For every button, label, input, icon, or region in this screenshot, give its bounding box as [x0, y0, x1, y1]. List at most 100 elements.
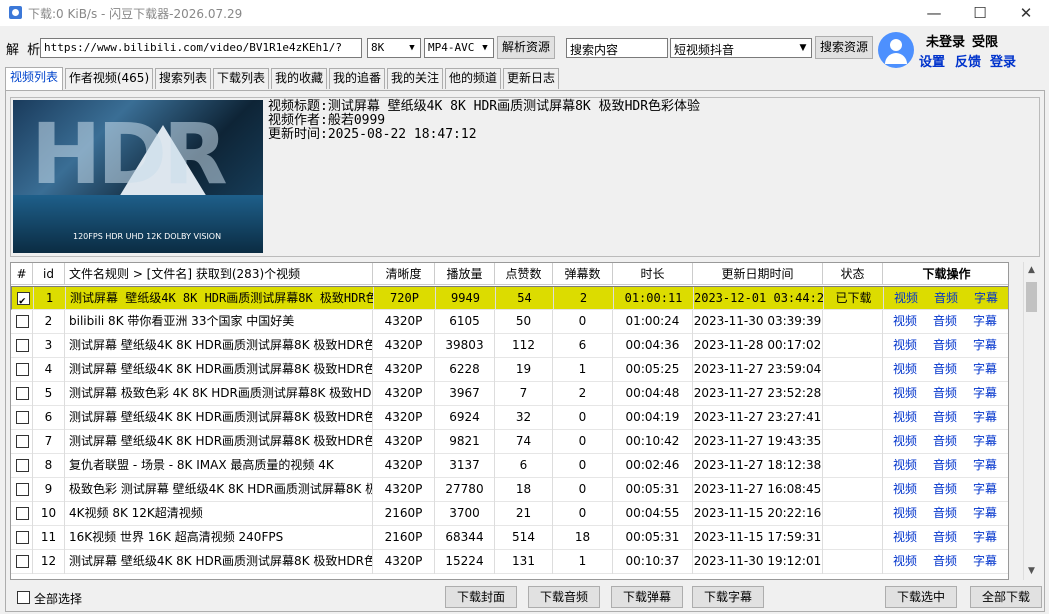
download-subtitle-link[interactable]: 字幕: [973, 406, 997, 429]
download-danmaku-button[interactable]: 下载弹幕: [611, 586, 683, 608]
tab-changelog[interactable]: 更新日志: [503, 68, 559, 89]
quality-select[interactable]: 8K ▼: [367, 38, 421, 58]
select-all-checkbox[interactable]: [17, 591, 30, 604]
download-all-button[interactable]: 全部下载: [970, 586, 1042, 608]
download-audio-link[interactable]: 音频: [933, 382, 957, 405]
download-video-link[interactable]: 视频: [893, 310, 917, 333]
header-status[interactable]: 状态: [823, 263, 883, 285]
download-video-link[interactable]: 视频: [893, 550, 917, 573]
download-audio-link[interactable]: 音频: [933, 550, 957, 573]
tab-favorites[interactable]: 我的收藏: [271, 68, 327, 89]
download-subtitle-link[interactable]: 字幕: [973, 526, 997, 549]
header-danmaku[interactable]: 弹幕数: [553, 263, 613, 285]
table-row[interactable]: 2 bilibili 8K 带你看亚洲 33个国家 中国好美 4320P 6105 50…: [11, 310, 1008, 334]
header-plays[interactable]: 播放量: [435, 263, 495, 285]
scrollbar-thumb[interactable]: [1026, 282, 1037, 312]
table-row[interactable]: 6测试屏幕 壁纸级4K 8K HDR画质测试屏幕8K 极致HDR色彩体验4320…: [11, 406, 1008, 430]
header-date[interactable]: 更新日期时间: [693, 263, 823, 285]
tab-author-videos[interactable]: 作者视频(465): [65, 68, 153, 89]
row-checkbox[interactable]: [16, 507, 29, 520]
row-checkbox[interactable]: [16, 555, 29, 568]
table-row[interactable]: 8 复仇者联盟 - 场景 - 8K IMAX 最高质量的视频 4K 4320P 313…: [11, 454, 1008, 478]
download-audio-button[interactable]: 下载音频: [528, 586, 600, 608]
download-audio-link[interactable]: 音频: [933, 478, 957, 501]
tab-video-list[interactable]: 视频列表: [5, 67, 63, 90]
row-checkbox[interactable]: [16, 363, 29, 376]
download-audio-link[interactable]: 音频: [933, 406, 957, 429]
row-checkbox[interactable]: [16, 387, 29, 400]
tab-his-channel[interactable]: 他的频道: [445, 68, 501, 89]
download-subtitle-link[interactable]: 字幕: [973, 310, 997, 333]
download-audio-link[interactable]: 音频: [933, 502, 957, 525]
header-likes[interactable]: 点赞数: [495, 263, 553, 285]
table-row[interactable]: 9极致色彩 测试屏幕 壁纸级4K 8K HDR画质测试屏幕8K 极致HDR色彩体…: [11, 478, 1008, 502]
row-checkbox[interactable]: [16, 459, 29, 472]
download-subtitle-link[interactable]: 字幕: [973, 358, 997, 381]
download-subtitle-link[interactable]: 字幕: [973, 334, 997, 357]
table-row[interactable]: 1测试屏幕 壁纸级4K 8K HDR画质测试屏幕8K 极致HDR色彩体验720P…: [11, 286, 1008, 310]
row-checkbox[interactable]: [16, 531, 29, 544]
table-row[interactable]: 11 16K视频 世界 16K 超高清视频 240FPS 2160P 68344 514…: [11, 526, 1008, 550]
download-video-link[interactable]: 视频: [893, 334, 917, 357]
download-video-link[interactable]: 视频: [893, 406, 917, 429]
download-subtitle-link[interactable]: 字幕: [974, 287, 998, 309]
maximize-icon[interactable]: ☐: [957, 0, 1003, 26]
tab-following[interactable]: 我的关注: [387, 68, 443, 89]
download-subtitle-link[interactable]: 字幕: [973, 502, 997, 525]
download-audio-link[interactable]: 音频: [933, 334, 957, 357]
download-video-link[interactable]: 视频: [893, 478, 917, 501]
scroll-down-icon[interactable]: ▼: [1023, 563, 1040, 580]
search-button[interactable]: 搜索资源: [815, 36, 873, 59]
format-select[interactable]: MP4-AVC ▼: [424, 38, 494, 58]
close-icon[interactable]: ✕: [1003, 0, 1049, 26]
header-id[interactable]: id: [33, 263, 65, 285]
download-subtitle-link[interactable]: 字幕: [973, 478, 997, 501]
table-row[interactable]: 4测试屏幕 壁纸级4K 8K HDR画质测试屏幕8K 极致HDR色彩体验4320…: [11, 358, 1008, 382]
url-input[interactable]: https://www.bilibili.com/video/BV1R1e4zK…: [40, 38, 362, 58]
row-checkbox[interactable]: [16, 315, 29, 328]
download-video-link[interactable]: 视频: [893, 454, 917, 477]
table-row[interactable]: 7测试屏幕 壁纸级4K 8K HDR画质测试屏幕8K 极致HDR色彩体验4320…: [11, 430, 1008, 454]
download-audio-link[interactable]: 音频: [933, 526, 957, 549]
download-audio-link[interactable]: 音频: [933, 310, 957, 333]
search-source-select[interactable]: 短视频抖音 ▼: [670, 38, 812, 58]
settings-link[interactable]: 设置: [919, 51, 945, 70]
download-video-link[interactable]: 视频: [893, 382, 917, 405]
row-checkbox[interactable]: [16, 339, 29, 352]
download-subtitle-link[interactable]: 字幕: [973, 550, 997, 573]
parse-button[interactable]: 解析资源: [497, 36, 555, 59]
download-audio-link[interactable]: 音频: [933, 358, 957, 381]
tab-search-list[interactable]: 搜索列表: [155, 68, 211, 89]
table-row[interactable]: 10 4K视频 8K 12K超清视频 2160P 3700 21 0 00:04:55 202…: [11, 502, 1008, 526]
download-subtitle-link[interactable]: 字幕: [973, 430, 997, 453]
search-input[interactable]: 搜索内容: [566, 38, 668, 58]
download-audio-link[interactable]: 音频: [934, 287, 958, 309]
download-selected-button[interactable]: 下载选中: [885, 586, 957, 608]
feedback-link[interactable]: 反馈: [955, 51, 981, 70]
download-video-link[interactable]: 视频: [893, 430, 917, 453]
row-checkbox[interactable]: [16, 411, 29, 424]
row-checkbox[interactable]: [16, 483, 29, 496]
download-video-link[interactable]: 视频: [893, 502, 917, 525]
header-quality[interactable]: 清晰度: [373, 263, 435, 285]
download-cover-button[interactable]: 下载封面: [445, 586, 517, 608]
minimize-icon[interactable]: —: [911, 0, 957, 26]
table-row[interactable]: 12测试屏幕 壁纸级4K 8K HDR画质测试屏幕8K 极致HDR色彩体验432…: [11, 550, 1008, 574]
download-audio-link[interactable]: 音频: [933, 454, 957, 477]
download-video-link[interactable]: 视频: [894, 287, 918, 309]
scroll-up-icon[interactable]: ▲: [1023, 262, 1040, 279]
download-video-link[interactable]: 视频: [893, 526, 917, 549]
download-video-link[interactable]: 视频: [893, 358, 917, 381]
download-subtitle-button[interactable]: 下载字幕: [692, 586, 764, 608]
login-link[interactable]: 登录: [990, 51, 1016, 70]
header-filename[interactable]: 文件名规则 > [文件名] 获取到(283)个视频: [65, 263, 373, 285]
avatar-icon[interactable]: [878, 32, 914, 68]
download-subtitle-link[interactable]: 字幕: [973, 382, 997, 405]
row-checkbox[interactable]: [16, 435, 29, 448]
download-audio-link[interactable]: 音频: [933, 430, 957, 453]
header-duration[interactable]: 时长: [613, 263, 693, 285]
table-row[interactable]: 5 测试屏幕 极致色彩 4K 8K HDR画质测试屏幕8K 极致HDR 4320P 3…: [11, 382, 1008, 406]
tab-followed-series[interactable]: 我的追番: [329, 68, 385, 89]
download-subtitle-link[interactable]: 字幕: [973, 454, 997, 477]
table-row[interactable]: 3测试屏幕 壁纸级4K 8K HDR画质测试屏幕8K 极致HDR色彩体验4320…: [11, 334, 1008, 358]
